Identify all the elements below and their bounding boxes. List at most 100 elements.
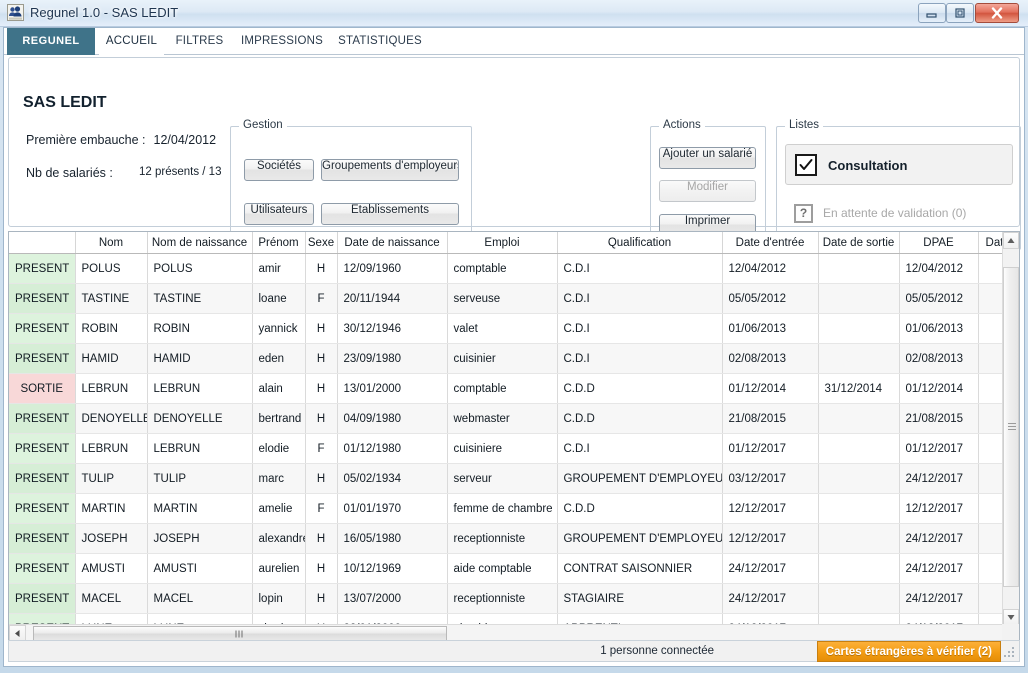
groupements-employeurs-button[interactable]: Groupements d'employeurs — [321, 159, 459, 181]
table-row[interactable]: SORTIE LEBRUN LEBRUN alain H 13/01/2000 compta… — [9, 373, 1012, 404]
cell-date-sortie: 31/12/2014 — [818, 373, 900, 404]
cell-dpae: 24/12/2017 — [899, 583, 979, 614]
grid-vertical-scroll-thumb[interactable] — [1003, 267, 1019, 587]
cell-date-naissance: 01/01/1970 — [337, 493, 448, 524]
client-area: REGUNEL ACCUEIL FILTRES IMPRESSIONS STAT… — [3, 27, 1025, 667]
tab-accueil[interactable]: ACCUEIL — [99, 28, 164, 55]
cell-qualification: C.D.I — [557, 343, 723, 374]
cell-emploi: serveur — [447, 463, 558, 494]
cell-nom: POLUS — [75, 253, 148, 284]
cell-nom-naissance: HAMID — [147, 343, 253, 374]
cell-date-naissance: 12/09/1960 — [337, 253, 448, 284]
cell-date-entree: 12/12/2017 — [722, 523, 819, 554]
listes-legend: Listes — [785, 119, 824, 131]
utilisateurs-button[interactable]: Utilisateurs — [244, 203, 314, 225]
col-date-de-naissance[interactable]: Date de naissance — [337, 232, 448, 254]
employees-table: Nom Nom de naissance Prénom Sexe Date de… — [9, 232, 1012, 642]
cell-dpae: 12/04/2012 — [899, 253, 979, 284]
grid-horizontal-scroll-thumb[interactable] — [33, 626, 447, 641]
consultation-label: Consultation — [828, 158, 908, 173]
col-date-entree[interactable]: Date d'entrée — [722, 232, 819, 254]
employees-data-grid[interactable]: Nom Nom de naissance Prénom Sexe Date de… — [8, 231, 1020, 643]
societes-button[interactable]: Sociétés — [244, 159, 314, 181]
col-date-sortie[interactable]: Date de sortie — [818, 232, 900, 254]
table-row[interactable]: PRESENT AMUSTI AMUSTI aurelien H 10/12/1969 ai… — [9, 553, 1012, 584]
cell-status: PRESENT — [9, 343, 76, 374]
checkbox-checked-icon[interactable] — [795, 154, 817, 176]
cell-date-naissance: 10/12/1969 — [337, 553, 448, 584]
col-nom-de-naissance[interactable]: Nom de naissance — [147, 232, 253, 254]
cell-date-entree: 05/05/2012 — [722, 283, 819, 314]
cell-emploi: receptionniste — [447, 583, 558, 614]
cell-date-naissance: 05/02/1934 — [337, 463, 448, 494]
col-dpae[interactable]: DPAE — [899, 232, 979, 254]
pending-validation-list-item[interactable]: ? En attente de validation (0) — [787, 204, 1007, 226]
cell-emploi: cuisinier — [447, 343, 558, 374]
consultation-list-item[interactable]: Consultation — [785, 144, 1013, 185]
col-sexe[interactable]: Sexe — [305, 232, 338, 254]
tab-statistiques[interactable]: STATISTIQUES — [331, 28, 429, 55]
cell-sexe: H — [305, 523, 338, 554]
cell-nom-naissance: ROBIN — [147, 313, 253, 344]
first-hire-value: 12/04/2012 — [153, 133, 217, 147]
cell-emploi: valet — [447, 313, 558, 344]
cell-dpae: 05/05/2012 — [899, 283, 979, 314]
table-row[interactable]: PRESENT LEBRUN LEBRUN elodie F 01/12/1980 cuis… — [9, 433, 1012, 464]
cell-emploi: comptable — [447, 253, 558, 284]
cell-sexe: H — [305, 553, 338, 584]
table-row[interactable]: PRESENT MACEL MACEL lopin H 13/07/2000 recepti… — [9, 583, 1012, 614]
cell-status: PRESENT — [9, 313, 76, 344]
cell-nom-naissance: MACEL — [147, 583, 253, 614]
cell-date-naissance: 04/09/1980 — [337, 403, 448, 434]
close-icon[interactable] — [975, 3, 1019, 23]
cell-qualification: GROUPEMENT D'EMPLOYEUR — [557, 523, 723, 554]
table-row[interactable]: PRESENT DENOYELLE DENOYELLE bertrand H 04/09/… — [9, 403, 1012, 434]
cell-prenom: alexandre — [252, 523, 306, 554]
col-prenom[interactable]: Prénom — [252, 232, 306, 254]
title-bar: Regunel 1.0 - SAS LEDIT — [0, 0, 1028, 27]
cell-date-sortie — [818, 553, 900, 584]
cell-date-sortie — [818, 343, 900, 374]
cell-date-sortie — [818, 493, 900, 524]
col-qualification[interactable]: Qualification — [557, 232, 723, 254]
table-row[interactable]: PRESENT POLUS POLUS amir H 12/09/1960 comptabl… — [9, 253, 1012, 284]
table-row[interactable]: PRESENT TULIP TULIP marc H 05/02/1934 serveur G… — [9, 463, 1012, 494]
cell-status: PRESENT — [9, 433, 76, 464]
application-window: Regunel 1.0 - SAS LEDIT REGUNEL ACCUEIL … — [0, 0, 1028, 673]
cell-qualification: C.D.D — [557, 373, 723, 404]
grid-vertical-scrollbar[interactable] — [1002, 232, 1019, 626]
maximize-icon[interactable] — [946, 3, 974, 23]
first-hire-info: Première embauche : 12/04/2012 — [26, 133, 216, 147]
cell-sexe: H — [305, 463, 338, 494]
table-row[interactable]: PRESENT MARTIN MARTIN amelie F 01/01/1970 femm… — [9, 493, 1012, 524]
app-users-icon — [7, 4, 24, 21]
tab-filtres[interactable]: FILTRES — [166, 28, 233, 55]
resize-grip-icon[interactable] — [1004, 647, 1016, 659]
col-status[interactable] — [9, 232, 76, 254]
cell-date-naissance: 23/09/1980 — [337, 343, 448, 374]
cell-date-sortie — [818, 433, 900, 464]
table-row[interactable]: PRESENT ROBIN ROBIN yannick H 30/12/1946 valet… — [9, 313, 1012, 344]
add-employee-button[interactable]: Ajouter un salarié — [659, 147, 756, 169]
cell-status: PRESENT — [9, 553, 76, 584]
cell-qualification: C.D.I — [557, 433, 723, 464]
status-badge[interactable]: Cartes étrangères à vérifier (2) — [816, 641, 1001, 662]
table-row[interactable]: PRESENT JOSEPH JOSEPH alexandre H 16/05/1980 r… — [9, 523, 1012, 554]
cell-sexe: H — [305, 313, 338, 344]
cell-dpae: 24/12/2017 — [899, 553, 979, 584]
cell-nom-naissance: DENOYELLE — [147, 403, 253, 434]
col-nom[interactable]: Nom — [75, 232, 148, 254]
cell-dpae: 24/12/2017 — [899, 463, 979, 494]
table-row[interactable]: PRESENT HAMID HAMID eden H 23/09/1980 cuisinie… — [9, 343, 1012, 374]
tab-impressions[interactable]: IMPRESSIONS — [235, 28, 329, 55]
tab-regunel[interactable]: REGUNEL — [7, 28, 95, 55]
cell-date-entree: 01/06/2013 — [722, 313, 819, 344]
minimize-icon[interactable] — [918, 3, 946, 23]
col-emploi[interactable]: Emploi — [447, 232, 558, 254]
scroll-up-icon[interactable] — [1003, 232, 1019, 249]
cell-nom-naissance: AMUSTI — [147, 553, 253, 584]
table-row[interactable]: PRESENT TASTINE TASTINE loane F 20/11/1944 ser… — [9, 283, 1012, 314]
etablissements-button[interactable]: Établissements — [321, 203, 459, 225]
cell-nom: LEBRUN — [75, 373, 148, 404]
window-title: Regunel 1.0 - SAS LEDIT — [30, 5, 179, 20]
